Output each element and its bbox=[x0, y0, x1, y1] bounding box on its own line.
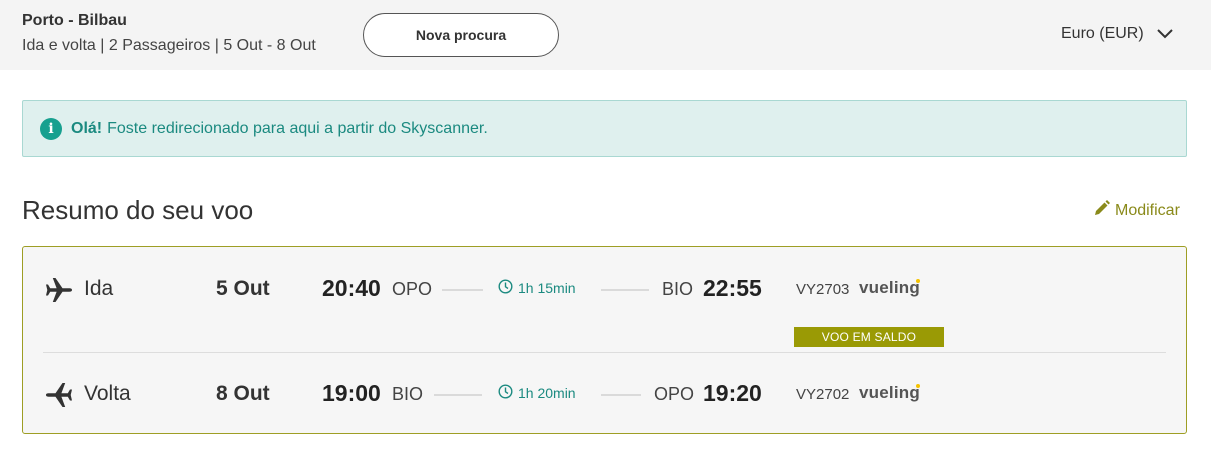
departure-airport: BIO bbox=[392, 384, 424, 404]
currency-selector[interactable]: Euro (EUR) bbox=[1061, 23, 1174, 45]
flight-date: 5 Out bbox=[216, 277, 270, 300]
arrival-airport: OPO bbox=[654, 384, 695, 404]
trip-summary: Ida e volta | 2 Passageiros | 5 Out - 8 … bbox=[22, 37, 316, 54]
route-line bbox=[442, 289, 483, 291]
flight-direction-label: Ida bbox=[84, 277, 114, 300]
departure-airport: OPO bbox=[392, 279, 433, 299]
currency-label: Euro (EUR) bbox=[1061, 25, 1144, 42]
info-icon: i bbox=[40, 117, 62, 140]
section-title: Resumo do seu voo bbox=[22, 195, 254, 225]
flight-duration: 1h 15min bbox=[498, 279, 576, 297]
flight-direction-label: Volta bbox=[84, 382, 131, 405]
plane-left-icon bbox=[45, 382, 73, 413]
duration-text: 1h 20min bbox=[518, 385, 576, 401]
airline-logo-dot bbox=[916, 384, 920, 388]
new-search-button[interactable]: Nova procura bbox=[363, 13, 559, 57]
modify-link[interactable]: Modificar bbox=[1093, 200, 1180, 222]
airline-logo: vueling bbox=[859, 383, 920, 402]
flight-number: VY2702 bbox=[796, 386, 850, 403]
flight-row-outbound: Ida 5 Out 20:40 OPO 1h 15min BIO 22:55 V… bbox=[23, 269, 1186, 347]
arrival-time: 19:20 bbox=[703, 380, 762, 406]
top-bar: Porto - Bilbau Ida e volta | 2 Passageir… bbox=[0, 0, 1211, 70]
arrival-time: 22:55 bbox=[703, 275, 762, 301]
pencil-icon bbox=[1093, 200, 1110, 222]
route-line bbox=[601, 289, 649, 291]
flight-duration: 1h 20min bbox=[498, 384, 576, 402]
sale-badge: VOO EM SALDO bbox=[794, 327, 944, 347]
arrival-airport: BIO bbox=[662, 279, 694, 299]
duration-text: 1h 15min bbox=[518, 280, 576, 296]
clock-icon bbox=[498, 279, 513, 297]
route-title: Porto - Bilbau bbox=[22, 12, 127, 29]
route-line bbox=[434, 394, 482, 396]
chevron-down-icon bbox=[1156, 28, 1174, 40]
notice-message: Foste redirecionado para aqui a partir d… bbox=[107, 119, 488, 137]
flight-number: VY2703 bbox=[796, 281, 850, 298]
redirect-notice: i Olá! Foste redirecionado para aqui a p… bbox=[22, 100, 1187, 157]
departure-time: 20:40 bbox=[322, 275, 381, 301]
flight-summary-card: Ida 5 Out 20:40 OPO 1h 15min BIO 22:55 V… bbox=[22, 246, 1187, 434]
row-divider bbox=[43, 352, 1166, 353]
airline-logo: vueling bbox=[859, 278, 920, 297]
flight-date: 8 Out bbox=[216, 382, 270, 405]
plane-right-icon bbox=[45, 277, 73, 308]
modify-label: Modificar bbox=[1115, 202, 1180, 219]
flight-row-return: Volta 8 Out 19:00 BIO 1h 20min OPO 19:20… bbox=[23, 374, 1186, 414]
clock-icon bbox=[498, 384, 513, 402]
route-line bbox=[601, 394, 641, 396]
departure-time: 19:00 bbox=[322, 380, 381, 406]
notice-greeting: Olá! bbox=[71, 119, 103, 137]
airline-logo-dot bbox=[916, 279, 920, 283]
